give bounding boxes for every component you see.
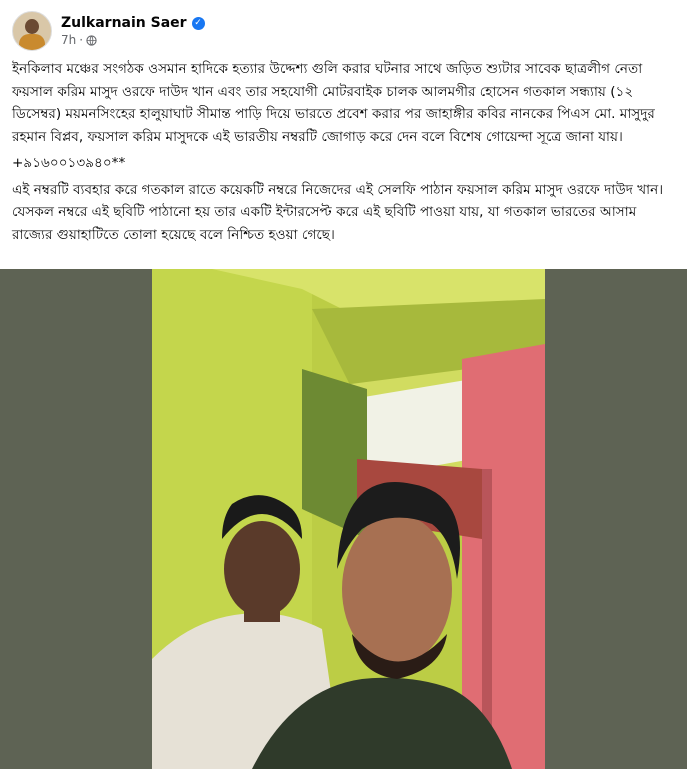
globe-icon bbox=[86, 34, 97, 46]
author-meta: Zulkarnain Saer ✓ 7h · bbox=[61, 15, 205, 47]
avatar-body bbox=[19, 34, 45, 50]
post-time[interactable]: 7h bbox=[61, 33, 76, 47]
meta-separator: · bbox=[79, 33, 84, 47]
avatar-head bbox=[25, 19, 39, 34]
post-header: Zulkarnain Saer ✓ 7h · bbox=[12, 10, 205, 52]
author-name[interactable]: Zulkarnain Saer bbox=[61, 15, 187, 31]
author-name-row: Zulkarnain Saer ✓ bbox=[61, 15, 205, 31]
selfie-image bbox=[152, 269, 545, 769]
post-photo-container[interactable] bbox=[0, 269, 687, 769]
post-paragraph-1: ইনকিলাব মঞ্চের সংগঠক ওসমান হাদিকে হত্যার… bbox=[12, 61, 655, 145]
post-phone-number: +৯১৬০০১৩৯৪০** bbox=[12, 155, 126, 171]
person-left-face bbox=[224, 521, 300, 617]
post-meta-row: 7h · bbox=[61, 33, 205, 47]
post-text: ইনকিলাব মঞ্চের সংগঠক ওসমান হাদিকে হত্যার… bbox=[12, 58, 676, 250]
facebook-post: Zulkarnain Saer ✓ 7h · ইনকিলাব মঞ্চের সং… bbox=[0, 0, 687, 769]
avatar[interactable] bbox=[12, 11, 52, 51]
post-paragraph-2: এই নম্বরটি ব্যবহার করে গতকাল রাতে কয়েকট… bbox=[12, 181, 664, 243]
post-photo[interactable] bbox=[152, 269, 545, 769]
verified-badge-icon: ✓ bbox=[191, 16, 205, 30]
person-left-neck bbox=[244, 604, 280, 622]
